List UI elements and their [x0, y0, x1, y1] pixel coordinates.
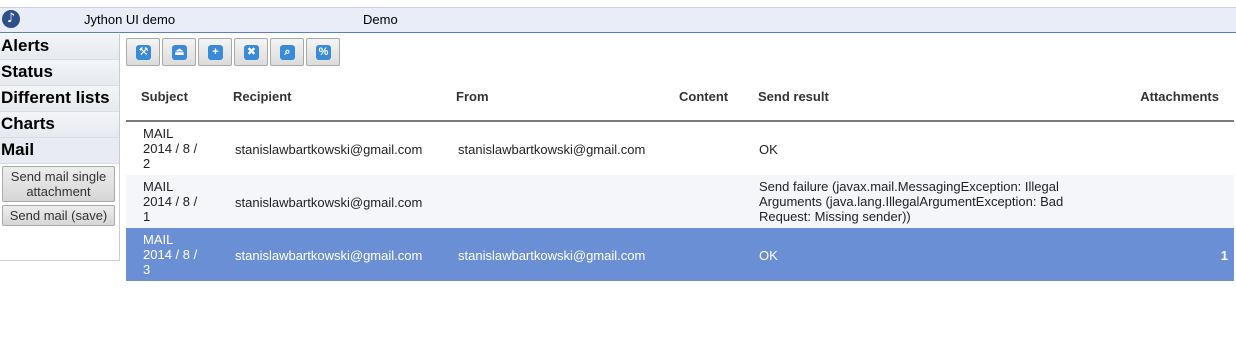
from-cell: stanislawbartkowski@gmail.com [458, 142, 646, 157]
percent-button[interactable]: % [306, 38, 340, 66]
eject-icon: ⏏ [172, 45, 187, 60]
add-button[interactable]: + [198, 38, 232, 66]
table-row[interactable]: MAIL 2014 / 8 / 1 stanislawbartkowski@gm… [126, 175, 1234, 228]
from-cell: stanislawbartkowski@gmail.com [458, 248, 646, 263]
sidebar-item-charts[interactable]: Charts [0, 112, 119, 138]
search-button[interactable]: ⌕ [270, 38, 304, 66]
subject-cell: MAIL 2014 / 8 / 2 [143, 126, 198, 171]
add-icon: + [208, 45, 223, 60]
table-row[interactable]: MAIL 2014 / 8 / 2 stanislawbartkowski@gm… [126, 122, 1234, 175]
column-header-recipient[interactable]: Recipient [233, 89, 292, 104]
sidebar-item-status[interactable]: Status [0, 60, 119, 86]
send-mail-save-button[interactable]: Send mail (save) [2, 205, 115, 226]
mail-table: Subject Recipient From Content Send resu… [126, 82, 1234, 281]
subject-cell: MAIL 2014 / 8 / 1 [143, 179, 198, 224]
sidebar-item-different-lists[interactable]: Different lists [0, 86, 119, 112]
recipient-cell: stanislawbartkowski@gmail.com [235, 195, 423, 210]
app-logo-icon: ♪ [2, 10, 20, 28]
send-result-cell: OK [759, 142, 778, 157]
app-title: Jython UI demo [84, 12, 176, 27]
recipient-cell: stanislawbartkowski@gmail.com [235, 248, 423, 263]
column-header-send-result[interactable]: Send result [758, 89, 829, 104]
search-icon: ⌕ [280, 45, 295, 60]
delete-button[interactable]: ✖ [234, 38, 268, 66]
table-row-selected[interactable]: MAIL 2014 / 8 / 3 stanislawbartkowski@gm… [126, 228, 1234, 281]
column-header-attachments[interactable]: Attachments [1140, 89, 1219, 104]
tools-button[interactable]: ⚒ [126, 38, 160, 66]
column-header-subject[interactable]: Subject [141, 89, 188, 104]
percent-icon: % [316, 45, 331, 60]
top-bar: ♪ Jython UI demo Demo [0, 7, 1236, 33]
subject-cell: MAIL 2014 / 8 / 3 [143, 232, 198, 277]
attachments-cell: 1 [1220, 248, 1228, 263]
column-header-from[interactable]: From [456, 89, 489, 104]
recipient-cell: stanislawbartkowski@gmail.com [235, 142, 423, 157]
send-mail-single-attachment-button[interactable]: Send mail single attachment [2, 166, 115, 202]
module-title: Demo [363, 12, 398, 27]
wrench-icon: ⚒ [136, 45, 151, 60]
trash-icon: ✖ [244, 45, 259, 60]
send-result-cell: Send failure (javax.mail.MessagingExcept… [759, 179, 1064, 224]
column-header-content[interactable]: Content [679, 89, 728, 104]
send-result-cell: OK [759, 248, 778, 263]
sidebar: Alerts Status Different lists Charts Mai… [0, 34, 120, 261]
eject-button[interactable]: ⏏ [162, 38, 196, 66]
mail-sub-menu: Send mail single attachment Send mail (s… [0, 164, 119, 231]
table-header: Subject Recipient From Content Send resu… [126, 82, 1234, 122]
sidebar-item-mail[interactable]: Mail [0, 138, 119, 164]
sidebar-item-alerts[interactable]: Alerts [0, 34, 119, 60]
